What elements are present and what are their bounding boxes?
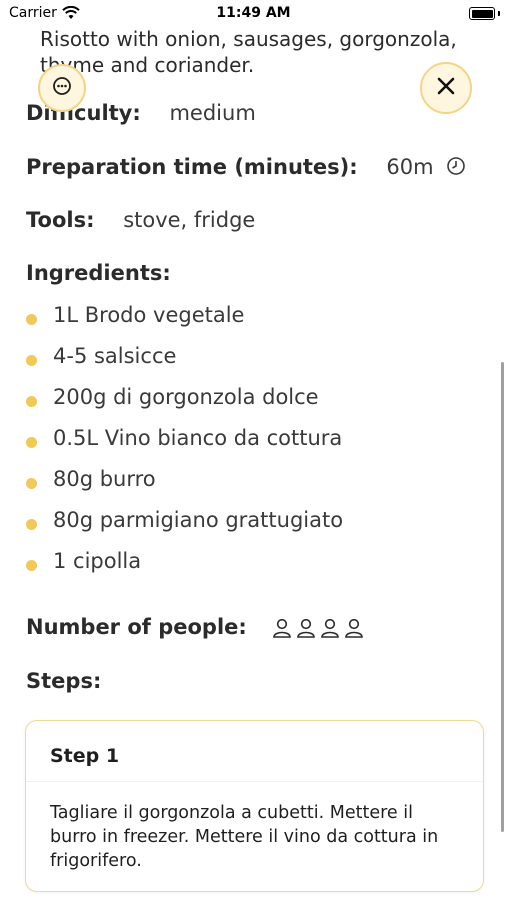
step-text: Tagliare il gorgonzola a cubetti. Metter… (50, 803, 439, 871)
ingredient-text: 200g di gorgonzola dolce (53, 385, 319, 409)
difficulty-value: medium (169, 101, 256, 125)
recipe-description: Risotto with onion, sausages, gorgonzola… (40, 27, 457, 77)
ingredient-text: 0.5L Vino bianco da cottura (53, 426, 343, 450)
prep-time-label: Preparation time (minutes): (26, 155, 358, 179)
ingredient-text: 80g burro (53, 467, 156, 491)
steps-heading: Steps: (26, 669, 101, 693)
step-title: Step 1 (50, 745, 120, 767)
steps-label: Steps: (26, 669, 102, 693)
ingredient-text: 1 cipolla (53, 549, 142, 573)
step-card: Step 1 Tagliare il gorgonzola a cubetti.… (25, 720, 484, 892)
difficulty-label: Difficulty: (26, 101, 141, 125)
people-row: Number of people: (26, 615, 247, 639)
ingredient-text: 1L Brodo vegetale (53, 303, 245, 327)
tools-label: Tools: (26, 208, 95, 232)
ingredient-text: 4-5 salsicce (53, 344, 177, 368)
tools-value: stove, fridge (123, 208, 256, 232)
bullet-icon (26, 437, 37, 448)
person-icon (320, 617, 340, 643)
clock-time: 11:49 AM (216, 5, 291, 21)
close-button[interactable] (420, 62, 472, 114)
clock-icon (446, 156, 466, 181)
bullet-icon (26, 478, 37, 489)
close-icon (436, 76, 456, 100)
bullet-icon (26, 519, 37, 530)
person-icon (272, 617, 292, 643)
battery-cap (498, 11, 500, 16)
more-options-icon (52, 76, 72, 100)
prep-time-row: Preparation time (minutes): 60m (26, 155, 466, 181)
status-bar: Carrier 11:49 AM (0, 0, 507, 28)
more-options-button[interactable] (38, 64, 86, 112)
step-card-header: Step 1 (26, 721, 483, 782)
people-label: Number of people: (26, 615, 247, 639)
bullet-icon (26, 355, 37, 366)
scrollbar[interactable] (501, 362, 504, 832)
bullet-icon (26, 560, 37, 571)
bullet-icon (26, 314, 37, 325)
people-icons (272, 617, 364, 643)
ingredients-label: Ingredients: (26, 261, 171, 285)
bullet-icon (26, 396, 37, 407)
ingredients-heading: Ingredients: (26, 261, 171, 285)
person-icon (296, 617, 316, 643)
prep-time-value: 60m (386, 155, 434, 179)
person-icon (344, 617, 364, 643)
battery-icon (469, 7, 495, 20)
ingredient-text: 80g parmigiano grattugiato (53, 508, 344, 532)
tools-row: Tools: stove, fridge (26, 208, 255, 232)
